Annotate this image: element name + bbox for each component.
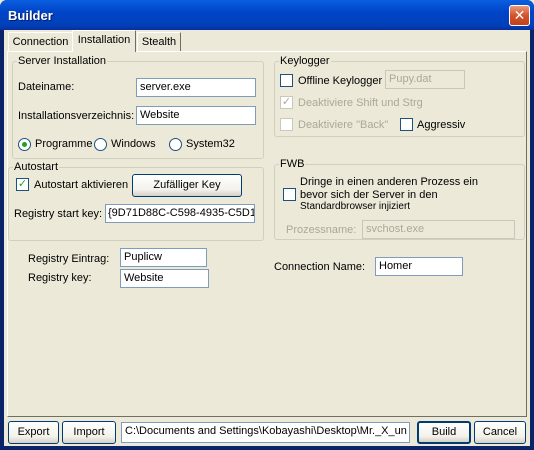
disable-shift-checkbox[interactable]: ✓ [280,96,293,109]
aggressiv-label[interactable]: Aggressiv [417,119,465,131]
tab-connection[interactable]: Connection [8,32,73,52]
fwb-legend: FWB [280,158,305,170]
radio-windows-label[interactable]: Windows [111,138,156,150]
window-client-area: Connection Installation Stealth Server I… [4,30,530,446]
autostart-group: Autostart [8,161,264,241]
prozessname-input[interactable]: svchost.exe [362,220,515,239]
verzeichnis-label: Installationsverzeichnis: [18,110,135,122]
disable-back-checkbox[interactable] [280,118,293,131]
tab-connection-label: Connection [12,36,69,48]
window-title: Builder [8,8,53,23]
radio-selected-dot [22,142,27,147]
registry-eintrag-label: Registry Eintrag: [28,253,110,265]
registry-start-key-label: Registry start key: [14,208,103,220]
cancel-button[interactable]: Cancel [474,421,526,444]
fwb-inject-label-line-2[interactable]: bevor sich der Server in den [300,189,438,201]
close-icon: ✕ [513,7,526,23]
offline-keylogger-checkbox[interactable] [280,74,293,87]
random-key-button[interactable]: Zufälliger Key [132,174,242,197]
connection-name-label: Connection Name: [274,261,366,273]
offline-keylogger-file-input[interactable]: Pupy.dat [385,70,465,89]
autostart-checkbox-label[interactable]: Autostart aktivieren [34,179,128,191]
keylogger-legend: Keylogger [280,55,330,67]
radio-system32[interactable] [169,138,182,151]
radio-windows[interactable] [94,138,107,151]
registry-key-input[interactable]: Website [120,269,209,288]
radio-programme-label[interactable]: Programme [35,138,92,150]
tab-stealth-label: Stealth [141,36,177,48]
disable-back-label[interactable]: Deaktiviere "Back" [298,119,388,131]
export-button[interactable]: Export [8,421,59,444]
offline-keylogger-label[interactable]: Offline Keylogger [298,75,382,87]
dateiname-input[interactable]: server.exe [136,78,256,97]
fwb-inject-checkbox[interactable] [283,188,296,201]
registry-key-label: Registry key: [28,272,92,284]
server-installation-legend: Server Installation [18,55,107,67]
tab-installation[interactable]: Installation [72,30,136,52]
import-button[interactable]: Import [62,421,116,444]
title-bar[interactable]: Builder ✕ [0,0,534,30]
builder-window: Builder ✕ Connection Installation Stealt… [0,0,534,450]
connection-name-input[interactable]: Homer [375,257,463,276]
radio-system32-label[interactable]: System32 [186,138,235,150]
radio-programme[interactable] [18,138,31,151]
output-path-input[interactable]: C:\Documents and Settings\Kobayashi\Desk… [121,422,410,443]
verzeichnis-input[interactable]: Website [136,106,256,125]
aggressiv-checkbox[interactable] [400,118,413,131]
fwb-inject-label-line-1[interactable]: Dringe in einen anderen Prozess ein [300,176,478,188]
fwb-inject-label-line-3[interactable]: Standardbrowser injiziert [300,201,410,212]
build-button[interactable]: Build [417,421,471,444]
autostart-legend: Autostart [14,161,59,173]
disable-shift-label[interactable]: Deaktiviere Shift und Strg [298,97,423,109]
dateiname-label: Dateiname: [18,81,75,93]
registry-start-key-input[interactable]: {9D71D88C-C598-4935-C5D1 [105,204,255,223]
tab-stealth[interactable]: Stealth [137,32,181,52]
prozessname-label: Prozessname: [286,224,357,236]
registry-eintrag-input[interactable]: Puplicw [120,248,207,267]
tab-installation-label: Installation [77,34,131,46]
close-button[interactable]: ✕ [509,5,530,26]
autostart-checkbox[interactable]: ✓ [16,178,29,191]
